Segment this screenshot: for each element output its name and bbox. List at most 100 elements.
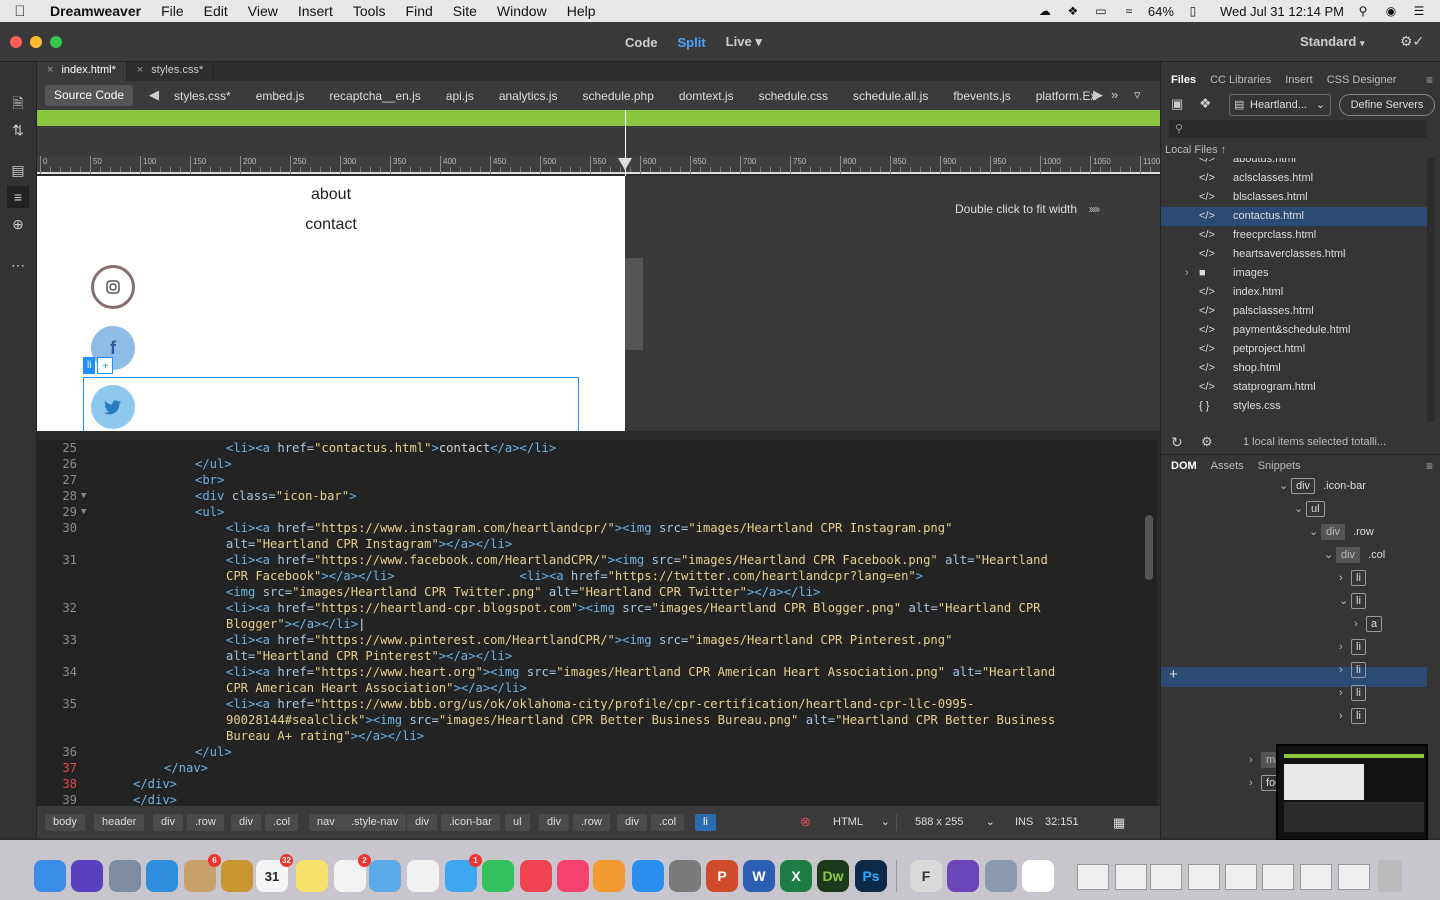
code-view-button[interactable]: Code (625, 35, 658, 50)
minimized-window[interactable] (1150, 864, 1182, 890)
tab-files[interactable]: Files (1171, 74, 1196, 86)
file-row[interactable]: </> contactus.html (1161, 207, 1427, 226)
code-line[interactable]: 26 </ul> (37, 456, 1137, 472)
file-search-input[interactable]: ⚲ (1169, 120, 1427, 138)
minimized-window[interactable] (1225, 864, 1257, 890)
airplay-icon[interactable]: ▭ (1092, 4, 1110, 18)
dock-app-icon[interactable] (482, 860, 514, 892)
minimized-window[interactable] (1262, 864, 1294, 890)
code-line[interactable]: alt="Heartland CPR Pinterest"></a></li> (37, 648, 1137, 664)
file-row[interactable]: </> aclsclasses.html (1161, 169, 1427, 188)
tag-selector-item[interactable]: nav (309, 814, 343, 831)
dock-app-icon[interactable] (221, 860, 253, 892)
code-line[interactable]: 35 <li><a href="https://www.bbb.org/us/ok… (37, 696, 1137, 712)
live-view-button[interactable]: Live ▾ (726, 34, 762, 50)
window-size-select[interactable]: 588 x 255 ⌄ (909, 814, 999, 831)
filter-icon[interactable]: ▿ (1134, 87, 1141, 103)
tag-selector-item[interactable]: .col (265, 814, 299, 831)
expand-arrow-icon[interactable]: › (1249, 773, 1261, 793)
panel-menu-icon[interactable]: ≡ (1426, 459, 1433, 473)
code-line[interactable]: 33 <li><a href="https://www.pinterest.com… (37, 632, 1137, 648)
expand-arrow-icon[interactable]: › (1339, 683, 1351, 703)
tag-selector-item[interactable]: .style-nav (343, 814, 407, 831)
code-line[interactable]: 37 </nav> (37, 760, 1137, 776)
minimize-window-button[interactable] (30, 36, 42, 48)
insert-mode[interactable]: INS (1015, 814, 1033, 831)
menu-find[interactable]: Find (396, 0, 443, 22)
related-file[interactable]: schedule.css (759, 89, 828, 103)
dock-app-icon[interactable]: W (743, 860, 775, 892)
file-row[interactable]: </> statprogram.html (1161, 378, 1427, 397)
code-line[interactable]: 38 </div> (37, 776, 1137, 792)
tag-selector-item[interactable]: li (695, 814, 716, 831)
tab-snippets[interactable]: Snippets (1258, 460, 1301, 472)
menu-edit[interactable]: Edit (194, 0, 238, 22)
minimized-window[interactable] (1300, 864, 1332, 890)
preview-icon[interactable]: ▦ (1113, 814, 1125, 831)
connect-server-icon[interactable]: ▣ (1171, 96, 1183, 112)
notification-center-icon[interactable]: ☰ (1410, 4, 1428, 18)
tag-selector-item[interactable]: header (94, 814, 145, 831)
related-file[interactable]: platform.Ex (1036, 89, 1097, 103)
site-settings-icon[interactable]: ⚙ (1201, 434, 1213, 450)
file-management-icon[interactable]: ⇅ (7, 119, 29, 141)
code-line[interactable]: 39 </div> (37, 792, 1137, 806)
collapse-arrow-icon[interactable]: ⌄ (1294, 499, 1306, 519)
dock-app-icon[interactable] (146, 860, 178, 892)
expand-arrow-icon[interactable]: › (1339, 568, 1351, 588)
code-view[interactable]: 25 <li><a href="contactus.html">contact</… (37, 440, 1157, 806)
related-file[interactable]: domtext.js (679, 89, 734, 103)
tag-selector-item[interactable]: div (539, 814, 570, 831)
dock-app-icon[interactable]: X (780, 860, 812, 892)
file-row[interactable]: { } styles.css (1161, 397, 1427, 416)
file-row[interactable]: </> shop.html (1161, 359, 1427, 378)
related-file[interactable]: api.js (446, 89, 474, 103)
design-view[interactable]: about contact f li + (37, 176, 625, 431)
tag-selector-item[interactable]: .row (187, 814, 224, 831)
tag-selector-item[interactable]: div (153, 814, 184, 831)
tab-styles-css[interactable]: × styles.css* (127, 62, 215, 81)
dom-node[interactable]: ⌄ li (1339, 591, 1366, 611)
target-icon[interactable]: ⊕ (7, 213, 29, 235)
fold-arrow-icon[interactable]: ▼ (81, 504, 86, 520)
tag-selector-item[interactable]: ul (505, 814, 530, 831)
document-type-select[interactable]: HTML ⌄ (827, 814, 897, 831)
code-line[interactable]: 30 <li><a href="https://www.instagram.com… (37, 520, 1137, 536)
file-row[interactable]: </> freecprclass.html (1161, 226, 1427, 245)
collapse-arrow-icon[interactable]: ⌄ (1309, 522, 1321, 542)
dom-node[interactable]: › li (1339, 706, 1366, 726)
related-file[interactable]: styles.css* (174, 89, 231, 103)
code-line[interactable]: 25 <li><a href="contactus.html">contact</… (37, 440, 1137, 456)
expand-arrow-icon[interactable]: › (1249, 750, 1261, 770)
dock-app-icon[interactable] (669, 860, 701, 892)
dock-app-icon[interactable] (71, 860, 103, 892)
dom-node[interactable]: ⌄ div .icon-bar (1279, 476, 1366, 496)
code-line[interactable]: 31 <li><a href="https://www.facebook.com/… (37, 552, 1137, 568)
add-element-icon[interactable]: + (1169, 666, 1178, 683)
workspace-switcher[interactable]: Standard ▾ (1300, 34, 1365, 49)
code-line[interactable]: alt="Heartland CPR Instagram"></a></li> (37, 536, 1137, 552)
file-list-scrollbar[interactable] (1427, 158, 1435, 422)
dom-node[interactable]: ⌄ ul (1294, 499, 1325, 519)
scroll-left-icon[interactable]: ◀ (149, 87, 159, 103)
dom-node[interactable]: › li (1339, 637, 1366, 657)
splitter-handle[interactable] (625, 258, 643, 350)
spotlight-search-icon[interactable]: ⚲ (1354, 4, 1372, 18)
menu-file[interactable]: File (151, 0, 194, 22)
tag-selector-item[interactable]: div (617, 814, 648, 831)
inspect-icon[interactable]: ▤ (7, 159, 29, 181)
related-file[interactable]: embed.js (256, 89, 305, 103)
more-tools-icon[interactable]: ⋯ (7, 254, 29, 276)
dropbox-icon[interactable]: ❖ (1064, 4, 1082, 18)
apple-menu-icon[interactable]:  (0, 3, 40, 20)
file-row[interactable]: </> blsclasses.html (1161, 188, 1427, 207)
menu-view[interactable]: View (238, 0, 288, 22)
clock[interactable]: Wed Jul 31 12:14 PM (1220, 4, 1344, 19)
panel-menu-icon[interactable]: ≡ (1426, 73, 1433, 87)
dock-app-icon[interactable] (109, 860, 141, 892)
dock-app-icon[interactable]: F (910, 860, 942, 892)
dock-app-icon[interactable] (296, 860, 328, 892)
creative-cloud-icon[interactable]: ☁ (1036, 4, 1054, 18)
related-file[interactable]: schedule.all.js (853, 89, 928, 103)
menu-tools[interactable]: Tools (343, 0, 396, 22)
